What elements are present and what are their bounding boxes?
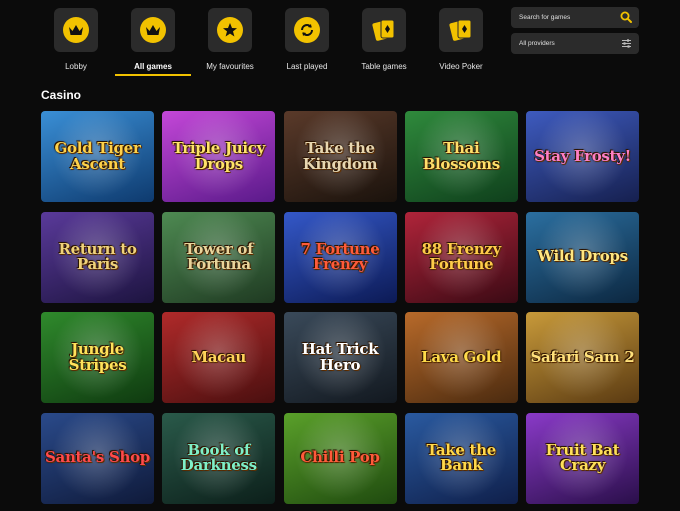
game-title: Wild Drops bbox=[537, 247, 628, 266]
game-title: Return to Paris bbox=[58, 239, 137, 273]
game-title: Safari Sam 2 bbox=[530, 347, 635, 366]
game-tile[interactable]: Take the Bank bbox=[404, 412, 518, 504]
category-label: Video Poker bbox=[439, 62, 483, 71]
star-icon bbox=[217, 17, 243, 43]
game-title: 88 Frenzy Fortune bbox=[421, 239, 502, 273]
game-title: Hat Trick Hero bbox=[301, 340, 379, 374]
game-tile[interactable]: Tower of Fortuna bbox=[162, 211, 276, 303]
category-video-poker[interactable]: Video Poker bbox=[430, 8, 492, 71]
refresh-icon bbox=[294, 17, 320, 43]
games-grid: Gold Tiger Ascent Triple Juicy Drops Take … bbox=[41, 111, 639, 504]
search-icon[interactable] bbox=[620, 11, 632, 23]
game-tile[interactable]: Jungle Stripes bbox=[41, 312, 154, 403]
game-title: Book of Darkness bbox=[180, 440, 257, 474]
game-tile[interactable]: Stay Frosty! bbox=[526, 111, 639, 202]
game-title: Santa's Shop bbox=[45, 448, 150, 467]
game-title: Jungle Stripes bbox=[68, 340, 127, 374]
category-last-played[interactable]: Last played bbox=[276, 8, 338, 71]
game-tile[interactable]: Santa's Shop bbox=[41, 412, 154, 504]
crown-icon bbox=[63, 17, 89, 43]
category-tile bbox=[439, 8, 483, 52]
category-label: My favourites bbox=[206, 62, 254, 71]
category-label: Last played bbox=[286, 62, 328, 71]
game-tile[interactable]: Fruit Bat Crazy bbox=[526, 412, 639, 504]
game-title: Take the Bank bbox=[426, 440, 497, 474]
category-label: Table games bbox=[361, 62, 407, 71]
playing-cards-icon bbox=[372, 19, 395, 41]
game-title: Gold Tiger Ascent bbox=[54, 139, 141, 173]
game-tile[interactable]: Triple Juicy Drops bbox=[162, 111, 276, 202]
game-title: 7 Fortune Frenzy bbox=[300, 239, 380, 273]
game-tile[interactable]: Return to Paris bbox=[41, 211, 154, 303]
category-all-games[interactable]: All games bbox=[115, 8, 191, 76]
game-title: Chilli Pop bbox=[300, 448, 380, 467]
game-tile[interactable]: Gold Tiger Ascent bbox=[41, 111, 154, 202]
game-tile[interactable]: Lava Gold bbox=[404, 312, 518, 403]
playing-cards-icon bbox=[449, 19, 472, 41]
providers-label: All providers bbox=[519, 40, 555, 47]
game-tile[interactable]: Book of Darkness bbox=[162, 412, 276, 504]
category-lobby[interactable]: Lobby bbox=[45, 8, 107, 71]
game-title: Tower of Fortuna bbox=[184, 239, 254, 273]
active-tab-indicator bbox=[115, 74, 191, 76]
providers-dropdown[interactable]: All providers bbox=[511, 33, 639, 54]
game-tile[interactable]: Macau bbox=[162, 312, 276, 403]
crown-icon bbox=[140, 17, 166, 43]
section-title: Casino bbox=[41, 88, 82, 102]
category-label: Lobby bbox=[65, 62, 87, 71]
category-tile bbox=[54, 8, 98, 52]
filter-sliders-icon bbox=[622, 39, 631, 48]
category-my-favourites[interactable]: My favourites bbox=[199, 8, 261, 71]
game-tile[interactable]: Thai Blossoms bbox=[404, 111, 518, 202]
game-tile[interactable]: 88 Frenzy Fortune bbox=[404, 211, 518, 303]
game-title: Stay Frosty! bbox=[534, 146, 631, 165]
game-title: Lava Gold bbox=[421, 347, 502, 366]
category-table-games[interactable]: Table games bbox=[353, 8, 415, 71]
game-tile[interactable]: Take the Kingdom bbox=[283, 111, 397, 202]
category-tile bbox=[362, 8, 406, 52]
game-title: Thai Blossoms bbox=[422, 139, 501, 173]
category-label: All games bbox=[134, 62, 172, 71]
game-tile[interactable]: Hat Trick Hero bbox=[283, 312, 397, 403]
category-tile bbox=[208, 8, 252, 52]
category-bar: Lobby All games My favourites Last playe… bbox=[0, 0, 680, 82]
game-title: Triple Juicy Drops bbox=[172, 139, 266, 173]
game-title: Take the Kingdom bbox=[302, 139, 378, 173]
category-tile bbox=[285, 8, 329, 52]
game-tile[interactable]: Wild Drops bbox=[526, 211, 639, 303]
category-tile bbox=[131, 8, 175, 52]
game-title: Fruit Bat Crazy bbox=[545, 440, 620, 474]
game-tile[interactable]: Chilli Pop bbox=[283, 412, 397, 504]
game-title: Macau bbox=[191, 347, 247, 366]
game-tile[interactable]: Safari Sam 2 bbox=[526, 312, 639, 403]
game-tile[interactable]: 7 Fortune Frenzy bbox=[283, 211, 397, 303]
